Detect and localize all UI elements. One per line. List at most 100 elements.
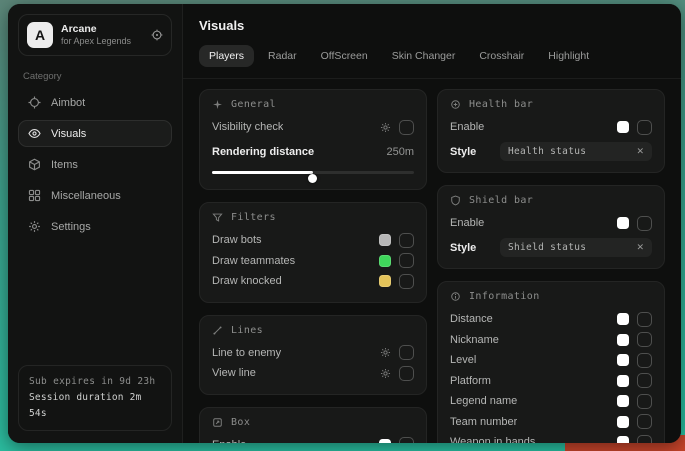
app-subtitle: for Apex Legends — [61, 36, 143, 47]
panel-filters: Filters Draw bots Draw teammates — [199, 202, 427, 303]
tab-offscreen[interactable]: OffScreen — [311, 45, 378, 67]
visibility-check-checkbox[interactable] — [399, 120, 414, 135]
color-swatch[interactable] — [379, 275, 391, 287]
sub-expiry-text: Sub expires in 9d 23h — [29, 374, 161, 390]
color-swatch[interactable] — [617, 334, 629, 346]
color-swatch[interactable] — [617, 395, 629, 407]
panel-title: Shield bar — [469, 195, 533, 206]
panel-shield-bar: Shield bar Enable Style Shield status — [437, 185, 665, 269]
setting-row-draw-knocked: Draw knocked — [212, 271, 414, 292]
color-swatch[interactable] — [379, 234, 391, 246]
setting-row-line-to-enemy: Line to enemy — [212, 343, 414, 364]
shield-enable-checkbox[interactable] — [637, 216, 652, 231]
weapon-in-hands-checkbox[interactable] — [637, 435, 652, 443]
draw-teammates-checkbox[interactable] — [399, 253, 414, 268]
setting-row-shield-enable: Enable — [450, 213, 652, 234]
color-swatch[interactable] — [617, 217, 629, 229]
setting-row-weapon-in-hands: Weapon in hands — [450, 432, 652, 443]
app-window: A Arcane for Apex Legends Category Aimbo… — [8, 4, 681, 443]
gear-icon[interactable] — [380, 368, 391, 379]
team-number-checkbox[interactable] — [637, 414, 652, 429]
color-swatch[interactable] — [379, 439, 391, 443]
color-swatch[interactable] — [617, 121, 629, 133]
setting-row-distance: Distance — [450, 309, 652, 330]
sidebar-item-label: Items — [51, 159, 78, 171]
sidebar-item-aimbot[interactable]: Aimbot — [18, 89, 172, 116]
draw-bots-checkbox[interactable] — [399, 233, 414, 248]
nickname-checkbox[interactable] — [637, 332, 652, 347]
app-logo: A — [27, 22, 53, 48]
circle-plus-icon — [450, 99, 461, 110]
subscription-status-card: Sub expires in 9d 23h Session duration 2… — [18, 365, 172, 431]
panel-lines: Lines Line to enemy — [199, 315, 427, 395]
left-column: General Visibility check — [199, 89, 427, 443]
draw-knocked-checkbox[interactable] — [399, 274, 414, 289]
box-enable-checkbox[interactable] — [399, 437, 414, 443]
tab-highlight[interactable]: Highlight — [538, 45, 599, 67]
gear-icon[interactable] — [380, 122, 391, 133]
package-icon — [28, 158, 41, 171]
setting-row-health-style: Style Health status ✕ — [450, 142, 652, 163]
panel-title: Filters — [231, 212, 276, 223]
line-to-enemy-checkbox[interactable] — [399, 345, 414, 360]
setting-row-platform: Platform — [450, 371, 652, 392]
sidebar-item-label: Aimbot — [51, 97, 85, 109]
main-area: Visuals Players Radar OffScreen Skin Cha… — [183, 4, 681, 443]
tab-skin-changer[interactable]: Skin Changer — [382, 45, 466, 67]
setting-row-team-number: Team number — [450, 412, 652, 433]
sidebar-item-items[interactable]: Items — [18, 151, 172, 178]
target-icon[interactable] — [151, 29, 163, 41]
setting-row-view-line: View line — [212, 363, 414, 384]
shield-style-select[interactable]: Shield status ✕ — [500, 238, 652, 257]
sidebar-item-settings[interactable]: Settings — [18, 213, 172, 240]
slider-thumb[interactable] — [308, 174, 317, 183]
sidebar: A Arcane for Apex Legends Category Aimbo… — [8, 4, 183, 443]
setting-row-box-enable: Enable — [212, 435, 414, 444]
setting-row-level: Level — [450, 350, 652, 371]
panel-title: Box — [231, 417, 250, 428]
main-header: Visuals Players Radar OffScreen Skin Cha… — [183, 4, 681, 79]
sidebar-item-miscellaneous[interactable]: Miscellaneous — [18, 182, 172, 209]
color-swatch[interactable] — [379, 255, 391, 267]
distance-checkbox[interactable] — [637, 312, 652, 327]
crosshair-icon — [28, 96, 41, 109]
session-duration-text: Session duration 2m 54s — [29, 390, 161, 422]
setting-row-rendering-distance: Rendering distance 250m — [212, 142, 414, 163]
sidebar-item-visuals[interactable]: Visuals — [18, 120, 172, 147]
health-style-select[interactable]: Health status ✕ — [500, 142, 652, 161]
app-title: Arcane — [61, 23, 143, 36]
panel-title: General — [231, 99, 276, 110]
tab-players[interactable]: Players — [199, 45, 254, 67]
color-swatch[interactable] — [617, 416, 629, 428]
level-checkbox[interactable] — [637, 353, 652, 368]
view-line-checkbox[interactable] — [399, 366, 414, 381]
setting-row-nickname: Nickname — [450, 330, 652, 351]
sidebar-item-label: Visuals — [51, 128, 86, 140]
panel-general: General Visibility check — [199, 89, 427, 190]
grid-icon — [28, 189, 41, 202]
close-icon[interactable]: ✕ — [636, 242, 644, 253]
tab-radar[interactable]: Radar — [258, 45, 307, 67]
gear-icon[interactable] — [380, 347, 391, 358]
color-swatch[interactable] — [617, 375, 629, 387]
eye-icon — [28, 127, 41, 140]
panel-title: Information — [469, 291, 540, 302]
panel-information: Information Distance Nickname — [437, 281, 665, 443]
color-swatch[interactable] — [617, 313, 629, 325]
color-swatch[interactable] — [617, 436, 629, 443]
tab-bar: Players Radar OffScreen Skin Changer Cro… — [199, 45, 665, 67]
content: General Visibility check — [183, 79, 681, 443]
sparkle-icon — [212, 99, 223, 110]
legend-name-checkbox[interactable] — [637, 394, 652, 409]
right-column: Health bar Enable Style Health status — [437, 89, 665, 443]
platform-checkbox[interactable] — [637, 373, 652, 388]
close-icon[interactable]: ✕ — [636, 146, 644, 157]
sidebar-item-label: Miscellaneous — [51, 190, 121, 202]
distance-value: 250m — [386, 146, 414, 158]
funnel-icon — [212, 212, 223, 223]
color-swatch[interactable] — [617, 354, 629, 366]
rendering-distance-slider[interactable] — [212, 165, 414, 179]
setting-row-draw-teammates: Draw teammates — [212, 251, 414, 272]
health-enable-checkbox[interactable] — [637, 120, 652, 135]
tab-crosshair[interactable]: Crosshair — [469, 45, 534, 67]
